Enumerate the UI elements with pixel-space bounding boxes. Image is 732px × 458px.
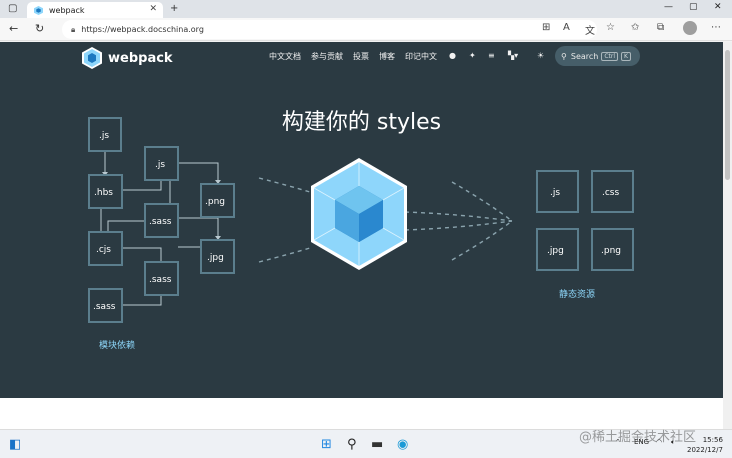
arrow-sass3-sass2 <box>122 295 162 306</box>
flow-in-bottom <box>258 247 311 263</box>
edge-browser-icon[interactable]: ◉ <box>397 437 408 452</box>
favorite-star-icon[interactable]: ☆ <box>606 22 615 33</box>
modules-caption: 模块依赖 <box>99 341 136 351</box>
assets-caption: 静态资源 <box>559 290 596 300</box>
webpack-cube-icon <box>311 158 407 270</box>
close-tab-icon[interactable]: ✕ <box>149 4 157 14</box>
module-label: .js <box>155 160 165 170</box>
profile-avatar[interactable] <box>683 21 697 35</box>
refresh-icon[interactable]: ↻ <box>35 22 44 35</box>
browser-tab[interactable]: webpack ✕ <box>27 2 163 18</box>
url-field[interactable]: 🔒︎ https://webpack.docschina.org <box>62 20 597 39</box>
app-available-icon[interactable]: ⊞ <box>542 22 550 33</box>
module-label: .jpg <box>207 253 224 263</box>
module-label: .sass <box>93 302 116 312</box>
favorites-icon[interactable]: ✩ <box>631 22 639 33</box>
arrow-js-png <box>178 162 219 180</box>
back-icon[interactable]: ← <box>9 22 18 35</box>
flow-out-1 <box>404 211 513 222</box>
close-window-icon[interactable]: ✕ <box>714 2 722 12</box>
start-icon[interactable]: ⊞ <box>321 437 332 452</box>
scrollbar-thumb[interactable] <box>725 50 730 180</box>
watermark-text: @稀土掘金技术社区 <box>579 430 697 445</box>
clock-date: 2022/12/7 <box>687 446 723 454</box>
task-view-icon[interactable]: ▬ <box>371 437 383 452</box>
asset-label: .png <box>601 246 621 256</box>
lock-icon: 🔒︎ <box>71 24 76 34</box>
read-aloud-icon[interactable]: A <box>563 22 570 33</box>
tab-title: webpack <box>49 5 85 15</box>
flow-in-top <box>258 177 311 193</box>
asset-label: .css <box>602 188 619 198</box>
widgets-icon[interactable]: ◧ <box>9 437 21 452</box>
tab-bar: ▢ webpack ✕ + — ▢ ✕ <box>0 0 732 18</box>
module-label: .js <box>99 131 109 141</box>
page-lower-section <box>0 398 723 429</box>
asset-label: .js <box>550 188 560 198</box>
taskbar-search-icon[interactable]: ⚲ <box>347 437 357 452</box>
module-label: .png <box>205 197 225 207</box>
module-label: .hbs <box>94 188 113 198</box>
arrow-hbs-js <box>122 180 162 191</box>
module-label: .sass <box>149 217 172 227</box>
maximize-icon[interactable]: ▢ <box>689 2 698 12</box>
webpack-favicon-icon <box>34 5 43 15</box>
module-label: .cjs <box>96 245 111 255</box>
translate-icon[interactable]: 文 <box>585 22 595 37</box>
collections-icon[interactable]: ⧉ <box>657 22 664 33</box>
flow-out-3 <box>404 220 513 231</box>
more-menu-icon[interactable]: ⋯ <box>711 22 721 33</box>
asset-label: .jpg <box>547 246 564 256</box>
tab-actions-icon[interactable]: ▢ <box>8 3 17 14</box>
minimize-icon[interactable]: — <box>664 2 673 12</box>
module-label: .sass <box>149 275 172 285</box>
address-bar: ← ↻ 🔒︎ https://webpack.docschina.org ⊞ A… <box>0 18 732 41</box>
new-tab-icon[interactable]: + <box>170 3 178 14</box>
webpack-page: webpack 中文文档 参与贡献 投票 博客 印记中文 ● ✦ ≡ ▚▾ ☀ … <box>0 42 723 398</box>
url-text: https://webpack.docschina.org <box>81 25 204 34</box>
